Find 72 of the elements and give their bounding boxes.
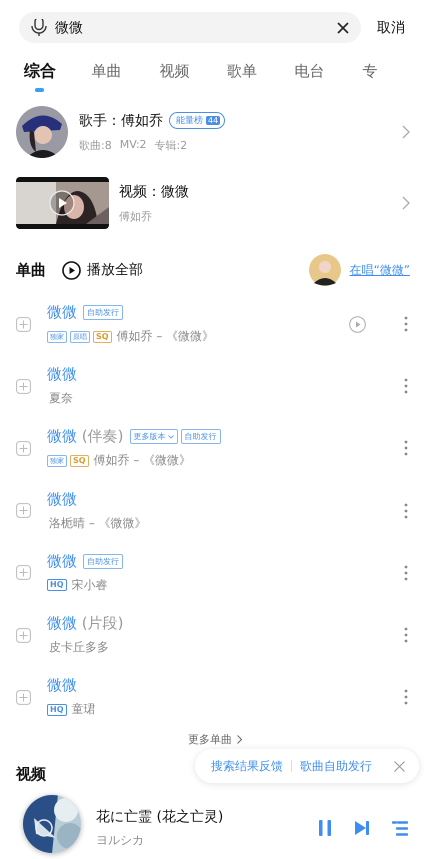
rank-badge[interactable]: 能量榜 44 <box>169 112 226 129</box>
tab[interactable]: 单曲 <box>92 61 160 94</box>
more-icon[interactable] <box>404 316 408 332</box>
play-icon <box>62 260 81 280</box>
release-badge: 自助发行 <box>180 429 220 444</box>
more-icon[interactable] <box>404 440 408 456</box>
cancel-button[interactable]: 取消 <box>377 18 405 36</box>
tab[interactable]: 歌单 <box>227 61 295 94</box>
artist-stat: 歌曲:8 <box>79 138 112 152</box>
tab[interactable]: 电台 <box>294 61 362 94</box>
rank-number: 44 <box>206 116 220 125</box>
tab[interactable]: 综合 <box>24 61 92 94</box>
more-icon[interactable] <box>404 627 408 644</box>
song-title[interactable]: 微微 <box>47 365 77 384</box>
add-icon[interactable] <box>16 565 31 580</box>
clear-icon[interactable] <box>337 22 349 34</box>
video-artist: 傅如乔 <box>119 208 153 224</box>
song-title[interactable]: 微微 (伴奏) <box>47 427 124 446</box>
video-title: 视频：微微 <box>119 182 190 200</box>
more-icon[interactable] <box>404 502 408 519</box>
track-artist: ヨルシカ <box>96 832 145 848</box>
release-badge: 自助发行 <box>83 305 123 320</box>
quality-tag: SQ <box>70 454 89 467</box>
song-artist: 宋小睿 <box>72 576 108 594</box>
song-artist: 洛栀晴 – 《微微》 <box>49 514 147 532</box>
add-icon[interactable] <box>16 316 31 332</box>
chevron-right-icon[interactable] <box>237 735 242 744</box>
close-icon[interactable] <box>394 760 405 772</box>
song-artist: 童珺 <box>72 701 96 718</box>
microphone-icon[interactable] <box>31 18 47 36</box>
play-all-button[interactable]: 播放全部 <box>62 260 143 280</box>
avatar-icon <box>308 254 341 286</box>
song-artist: 傅如乔 – 《微微》 <box>94 452 192 470</box>
quality-tag: HQ <box>47 704 66 716</box>
section-title: 视频 <box>16 765 46 784</box>
more-icon[interactable] <box>404 689 408 706</box>
quality-tag: HQ <box>47 579 66 592</box>
next-track-icon[interactable] <box>354 820 370 836</box>
search-query: 微微 <box>55 18 84 36</box>
versions-dropdown[interactable]: 更多版本 <box>130 429 178 444</box>
more-songs-link[interactable]: 更多单曲 <box>188 732 232 748</box>
tab[interactable]: 专 <box>362 61 430 94</box>
song-title[interactable]: 微微 <box>47 303 77 322</box>
add-icon[interactable] <box>16 503 31 518</box>
add-icon[interactable] <box>16 378 31 394</box>
song-title[interactable]: 微微 <box>47 676 77 696</box>
song-artist: 傅如乔 – 《微微》 <box>116 328 214 346</box>
artist-title: 歌手：傅如乔 <box>79 112 163 130</box>
artist-stat: 专辑:2 <box>154 138 188 152</box>
playlist-icon[interactable] <box>392 820 408 836</box>
song-artist: 夏奈 <box>49 390 73 408</box>
search-field[interactable]: 微微 <box>19 12 361 43</box>
add-icon[interactable] <box>16 440 31 456</box>
tab[interactable]: 视频 <box>159 61 228 94</box>
song-title[interactable]: 微微 <box>47 490 77 509</box>
song-title[interactable]: 微微 (片段) <box>47 614 124 634</box>
feedback-link[interactable]: 歌曲自助发行 <box>300 758 372 774</box>
more-icon[interactable] <box>404 564 408 581</box>
release-badge: 自助发行 <box>83 554 123 569</box>
add-icon[interactable] <box>16 628 31 643</box>
singing-link[interactable]: 在唱“微微” <box>350 262 410 278</box>
track-title: 花に亡霊 (花之亡灵) <box>96 808 224 826</box>
song-title[interactable]: 微微 <box>47 552 77 571</box>
song-artist: 皮卡丘多多 <box>49 639 109 656</box>
more-icon[interactable] <box>404 378 408 394</box>
feedback-link[interactable]: 搜索结果反馈 <box>211 758 283 774</box>
pause-icon[interactable] <box>318 820 332 836</box>
caret-icon <box>168 434 174 439</box>
quality-tag: SQ <box>93 330 112 343</box>
add-icon[interactable] <box>16 690 31 705</box>
section-title: 单曲 <box>16 260 46 280</box>
artist-stat: MV:2 <box>120 138 147 152</box>
